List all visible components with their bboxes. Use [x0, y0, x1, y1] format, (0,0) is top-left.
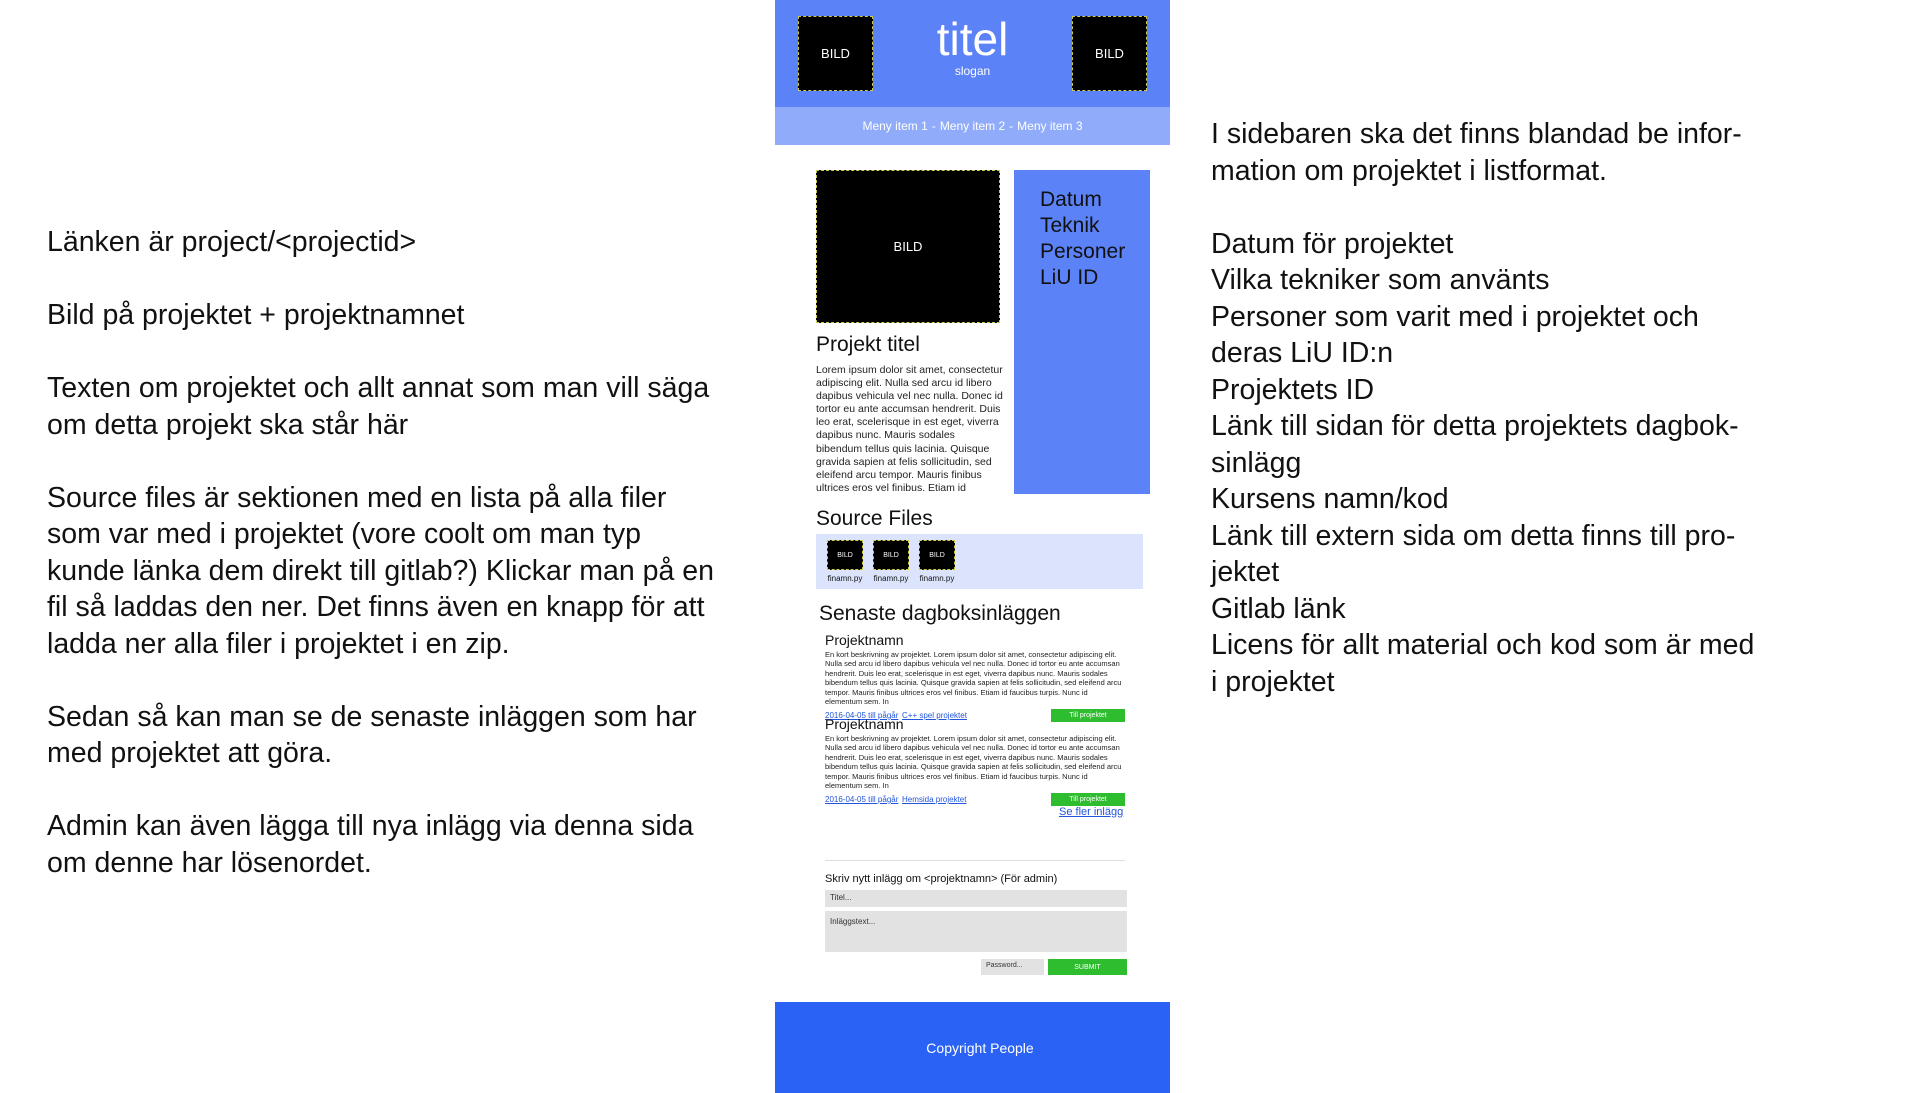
- form-divider: [825, 860, 1125, 861]
- menu-separator: -: [931, 119, 936, 133]
- note-line: jektet: [1211, 556, 1280, 588]
- entry-project-name: Projektnamn: [825, 632, 904, 648]
- submit-button[interactable]: SUBMIT: [1048, 959, 1127, 975]
- note-line: Sedan så kan man se de senaste inläggen …: [47, 700, 697, 733]
- source-files-list: BILD finamn.py BILD finamn.py BILD finam…: [816, 534, 1143, 589]
- file-name: finamn.py: [827, 574, 863, 583]
- sidebar-item-datum: Datum: [1040, 188, 1102, 211]
- note-line: I sidebaren ska det finns blandad be inf…: [1211, 118, 1742, 150]
- menu-item-2[interactable]: Meny item 2: [940, 119, 1005, 133]
- note-line: Texten om projektet och allt annat som m…: [47, 372, 710, 404]
- note-line: Admin kan även lägga till nya inlägg via…: [47, 810, 694, 842]
- sidebar-item-liu-id: LiU ID: [1040, 266, 1099, 289]
- diary-heading: Senaste dagboksinläggen: [819, 602, 1061, 625]
- file-name: finamn.py: [873, 574, 909, 583]
- note-line: Vilka tekniker som använts: [1211, 264, 1550, 296]
- source-file[interactable]: BILD finamn.py: [825, 540, 865, 583]
- note-line: Licens för allt material och kod som är …: [1211, 629, 1755, 661]
- sidebar-item-personer: Personer: [1040, 240, 1126, 263]
- entry-meta: 2016-04-05 till pågår Hemsida projektet …: [825, 793, 1125, 807]
- page-mockup: BILD titel slogan BILD Meny item 1 - Men…: [775, 0, 1170, 1093]
- menu-item-3[interactable]: Meny item 3: [1017, 119, 1082, 133]
- note-line: Bild på projektet + projektnamnet: [47, 299, 465, 331]
- note-line: Länk till sidan för detta projektets dag…: [1211, 410, 1739, 442]
- note-line: Projektets ID: [1211, 373, 1375, 406]
- entry-text: En kort beskrivning av projektet. Lorem …: [825, 734, 1122, 791]
- diary-entry: Projektnamn En kort beskrivning av proje…: [825, 632, 1125, 723]
- note-line: om denne har lösenordet.: [47, 846, 372, 879]
- entry-title-input[interactable]: Titel...: [825, 890, 1127, 907]
- file-thumbnail: BILD: [919, 540, 955, 570]
- note-line: med projektet att göra.: [47, 737, 333, 769]
- project-description: Lorem ipsum dolor sit amet, consectetur …: [816, 364, 1003, 494]
- note-line: kunde länka dem direkt till gitlab?) Kli…: [47, 554, 714, 587]
- entry-text-input[interactable]: Inläggstext...: [825, 911, 1127, 952]
- diary-entry: Projektnamn En kort beskrivning av proje…: [825, 716, 1125, 807]
- see-more-entries-link[interactable]: Se fler inlägg: [1059, 806, 1123, 818]
- right-annotations: I sidebaren ska det finns blandad be inf…: [1211, 116, 1811, 700]
- note-line: i projektet: [1211, 665, 1335, 698]
- note-line: Länk till extern sida om detta finns til…: [1211, 519, 1736, 552]
- source-files-heading: Source Files: [816, 507, 933, 530]
- note-line: Kursens namn/kod: [1211, 483, 1449, 515]
- note-line: ladda ner alla filer i projektet i en zi…: [47, 627, 510, 660]
- file-name: finamn.py: [919, 574, 955, 583]
- site-header: BILD titel slogan BILD: [775, 0, 1170, 107]
- password-input[interactable]: Password...: [981, 959, 1044, 975]
- menu-separator: -: [1009, 119, 1014, 133]
- menu-item-1[interactable]: Meny item 1: [862, 119, 927, 133]
- note-line: Datum för projektet: [1211, 227, 1454, 260]
- nav-menu: Meny item 1 - Meny item 2 - Meny item 3: [775, 107, 1170, 145]
- note-line: sinlägg: [1211, 446, 1302, 479]
- left-annotations: Länken är project/<projectid> Bild på pr…: [47, 224, 762, 881]
- project-image: BILD: [816, 170, 1000, 323]
- file-thumbnail: BILD: [873, 540, 909, 570]
- note-line: Personer som varit med i projektet och: [1211, 300, 1699, 333]
- source-file[interactable]: BILD finamn.py: [917, 540, 957, 583]
- project-sidebar: Datum Teknik Personer LiU ID: [1014, 170, 1150, 494]
- site-footer: Copyright People: [775, 1002, 1170, 1093]
- new-entry-form-title: Skriv nytt inlägg om <projektnamn> (För …: [825, 873, 1058, 885]
- note-line: som var med i projektet (vore coolt om m…: [47, 518, 641, 550]
- file-thumbnail: BILD: [827, 540, 863, 570]
- note-line: Länken är project/<projectid>: [47, 226, 417, 258]
- entry-text: En kort beskrivning av projektet. Lorem …: [825, 650, 1122, 707]
- header-image-right: BILD: [1072, 16, 1147, 91]
- note-line: fil så laddas den ner. Det finns även en…: [47, 591, 705, 623]
- note-line: deras LiU ID:n: [1211, 337, 1394, 369]
- to-project-button[interactable]: Till projektet: [1051, 793, 1125, 806]
- note-line: Gitlab länk: [1211, 592, 1346, 625]
- entry-project-link[interactable]: Hemsida projektet: [902, 795, 966, 804]
- entry-project-name: Projektnamn: [825, 716, 904, 732]
- note-line: om detta projekt ska står här: [47, 408, 409, 441]
- entry-date-link[interactable]: 2016-04-05 till pågår: [825, 795, 898, 804]
- note-line: Source files är sektionen med en lista p…: [47, 481, 667, 514]
- project-title: Projekt titel: [816, 333, 920, 356]
- sidebar-item-teknik: Teknik: [1040, 214, 1100, 237]
- note-line: mation om projektet i listformat.: [1211, 154, 1607, 187]
- source-file[interactable]: BILD finamn.py: [871, 540, 911, 583]
